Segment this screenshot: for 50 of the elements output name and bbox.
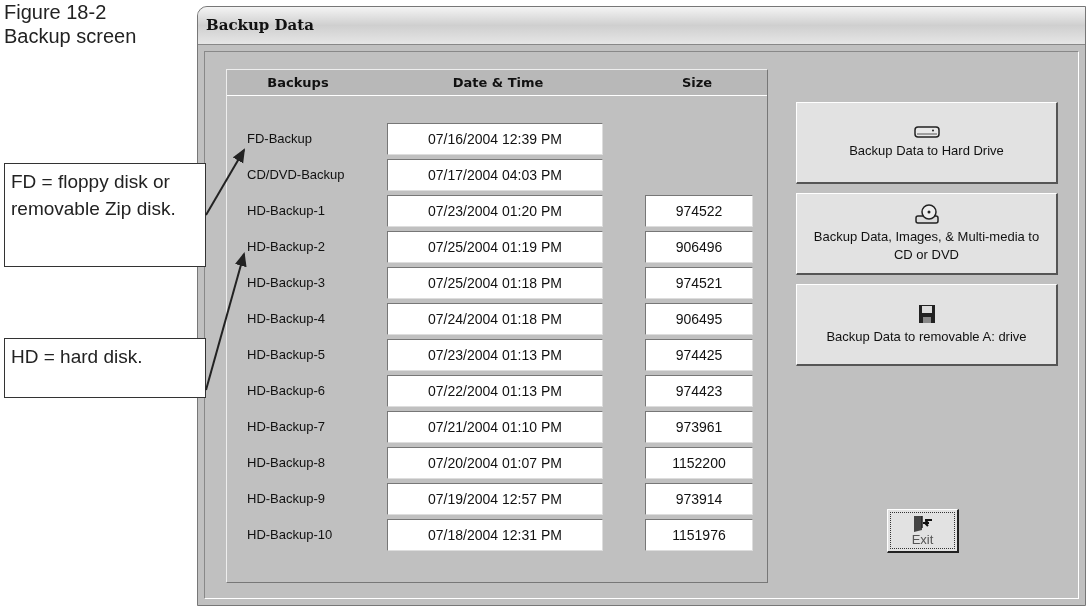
size-field: 1152200 (645, 447, 753, 479)
size-field: 906496 (645, 231, 753, 263)
backup-action-button[interactable]: Backup Data to Hard Drive (796, 102, 1058, 184)
date-field: 07/17/2004 04:03 PM (387, 159, 603, 191)
exit-button[interactable]: Exit (887, 509, 959, 553)
backup-name: HD-Backup-9 (247, 490, 327, 509)
size-field: 974522 (645, 195, 753, 227)
backup-action-button[interactable]: Backup Data, Images, & Multi-media to CD or DVD (796, 193, 1058, 275)
date-field: 07/23/2004 01:13 PM (387, 339, 603, 371)
column-header: Size (680, 73, 714, 92)
date-field: 07/25/2004 01:19 PM (387, 231, 603, 263)
backup-name: FD-Backup (247, 130, 314, 149)
date-field: 07/21/2004 01:10 PM (387, 411, 603, 443)
backup-name: HD-Backup-5 (247, 346, 327, 365)
callout-box: HD = hard disk. (4, 338, 206, 398)
size-field: 973914 (645, 483, 753, 515)
date-field: 07/16/2004 12:39 PM (387, 123, 603, 155)
date-field: 07/25/2004 01:18 PM (387, 267, 603, 299)
hard-drive-icon (913, 125, 940, 138)
size-field: 974423 (645, 375, 753, 407)
figure-caption: Backup screen (4, 24, 138, 48)
size-field: 906495 (645, 303, 753, 335)
backup-name: HD-Backup-1 (247, 202, 327, 221)
date-field: 07/22/2004 01:13 PM (387, 375, 603, 407)
date-field: 07/19/2004 12:57 PM (387, 483, 603, 515)
backup-name: HD-Backup-3 (247, 274, 327, 293)
backup-name: CD/DVD-Backup (247, 166, 346, 185)
date-field: 07/23/2004 01:20 PM (387, 195, 603, 227)
column-header: Backups (266, 73, 330, 92)
backup-name: HD-Backup-10 (247, 526, 334, 545)
cd-drive-icon (913, 203, 940, 224)
column-header: Date & Time (451, 73, 545, 92)
backup-name: HD-Backup-7 (247, 418, 327, 437)
leader-line (205, 148, 245, 216)
date-field: 07/24/2004 01:18 PM (387, 303, 603, 335)
size-field: 974521 (645, 267, 753, 299)
callout-box: FD = floppy disk or removable Zip disk. (4, 163, 206, 267)
size-field: 973961 (645, 411, 753, 443)
date-field: 07/18/2004 12:31 PM (387, 519, 603, 551)
backup-name: HD-Backup-6 (247, 382, 327, 401)
window-title: Backup Data (206, 15, 314, 37)
backup-name: HD-Backup-4 (247, 310, 327, 329)
date-field: 07/20/2004 01:07 PM (387, 447, 603, 479)
backup-name: HD-Backup-2 (247, 238, 327, 257)
size-field: 1151976 (645, 519, 753, 551)
figure-caption: Figure 18-2 (4, 0, 108, 24)
backup-name: HD-Backup-8 (247, 454, 327, 473)
size-field: 974425 (645, 339, 753, 371)
exit-door-icon (911, 514, 934, 533)
backup-action-button[interactable]: Backup Data to removable A: drive (796, 284, 1058, 366)
